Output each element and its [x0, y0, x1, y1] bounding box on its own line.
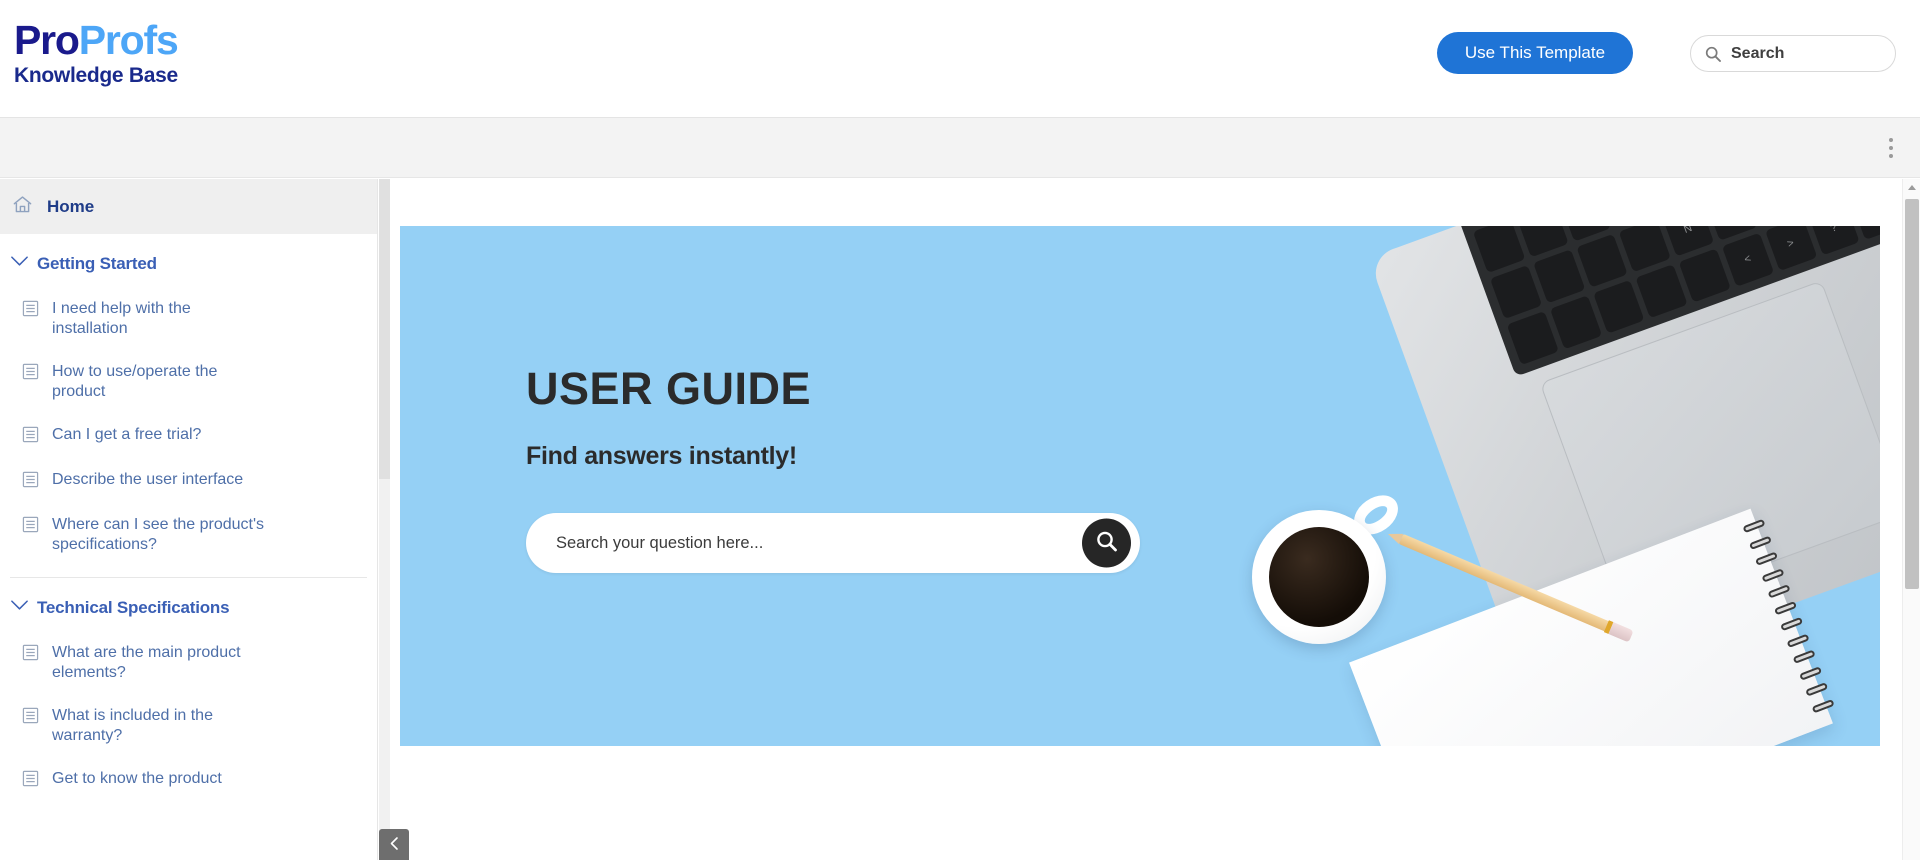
sidebar-section-getting-started[interactable]: Getting Started	[0, 234, 377, 288]
keyboard-key: >	[1764, 226, 1818, 272]
logo-subtitle: Knowledge Base	[14, 64, 178, 87]
sidebar-article-item[interactable]: How to use/operate the product	[0, 351, 377, 414]
sidebar-scrollbar[interactable]	[379, 179, 390, 860]
sidebar-section-technical-specifications[interactable]: Technical Specifications	[0, 578, 377, 632]
document-icon	[22, 471, 39, 493]
proprofs-logo[interactable]: ProProfs Knowledge Base	[14, 17, 179, 87]
sidebar-scroll-area: Home Getting Started I need help with th…	[0, 179, 377, 860]
keyboard-key	[1532, 249, 1585, 304]
sidebar-item-home-label: Home	[47, 196, 95, 216]
keyboard-key	[1678, 248, 1731, 303]
sidebar-article-label: Get to know the product	[52, 769, 222, 787]
sidebar-article-item[interactable]: Get to know the product	[0, 758, 377, 803]
keyboard-key	[1472, 226, 1526, 273]
home-icon	[12, 194, 33, 220]
sidebar-article-item[interactable]: Describe the user interface	[0, 459, 377, 504]
sidebar-article-item[interactable]: What is included in the warranty?	[0, 695, 377, 758]
logo-text-profs: Profs	[78, 17, 179, 63]
sidebar-article-item[interactable]: Can I get a free trial?	[0, 414, 377, 459]
sidebar-section-label: Technical Specifications	[37, 597, 230, 617]
banner-search-button[interactable]	[1082, 518, 1131, 568]
document-icon	[22, 770, 39, 792]
document-icon	[22, 426, 39, 448]
document-icon	[22, 707, 39, 729]
chevron-left-icon	[388, 836, 401, 854]
sidebar-article-label: What is included in the warranty?	[52, 706, 213, 745]
document-icon	[22, 516, 39, 538]
sidebar-article-label: Where can I see the product's specificat…	[52, 515, 265, 554]
cup-body	[1252, 510, 1386, 644]
keyboard-key	[1506, 310, 1559, 366]
logo-text-pro: Pro	[14, 17, 80, 63]
document-icon	[22, 363, 39, 385]
sidebar-article-label: I need help with the installation	[52, 300, 191, 338]
page-scrollbar-thumb[interactable]	[1905, 199, 1919, 589]
document-icon	[22, 300, 39, 322]
keyboard-key	[1489, 264, 1542, 319]
coffee-surface	[1269, 527, 1369, 627]
app-header: ProProfs Knowledge Base Use This Templat…	[0, 0, 1920, 118]
sidebar-scrollbar-thumb[interactable]	[379, 179, 390, 479]
editor-toolbar	[0, 118, 1920, 178]
sidebar-article-item[interactable]: Where can I see the product's specificat…	[0, 504, 377, 567]
logo-wordmark: ProProfs	[14, 17, 179, 63]
sidebar-article-item[interactable]: What are the main product elements?	[0, 632, 377, 695]
document-icon	[22, 644, 39, 666]
keyboard-key	[1618, 226, 1672, 272]
sidebar-article-label: What are the main product elements?	[52, 643, 241, 682]
collapse-sidebar-button[interactable]	[379, 829, 409, 860]
sidebar-article-label: Can I get a free trial?	[52, 425, 202, 443]
sidebar-section-label: Getting Started	[37, 254, 157, 273]
chevron-down-icon	[10, 255, 29, 273]
main-content-area: FXCGYUIVBHJONMKL<>? USER GUIDE	[390, 179, 1902, 860]
keyboard-key	[1635, 263, 1688, 319]
keyboard-key	[1592, 279, 1645, 334]
page-scrollbar[interactable]	[1902, 179, 1920, 860]
header-search-box[interactable]: Search	[1690, 35, 1896, 72]
header-search-label: Search	[1731, 44, 1785, 62]
sidebar-article-label: Describe the user interface	[52, 470, 244, 488]
desk-photo-illustration: FXCGYUIVBHJONMKL<>?	[1160, 226, 1880, 746]
search-icon	[1705, 46, 1721, 62]
sidebar-article-item[interactable]: I need help with the installation	[0, 288, 377, 351]
keyboard-key: ?	[1807, 226, 1861, 256]
keyboard-key	[1549, 295, 1602, 350]
use-this-template-button[interactable]: Use This Template	[1437, 32, 1633, 74]
keyboard-key: <	[1721, 232, 1774, 287]
sidebar-item-home[interactable]: Home	[0, 179, 377, 234]
sidebar-article-label: How to use/operate the product	[52, 362, 218, 401]
banner-search-box[interactable]: Search your question here...	[526, 513, 1140, 573]
banner-search-placeholder: Search your question here...	[556, 533, 764, 552]
banner-title: USER GUIDE	[526, 363, 812, 414]
banner-subtitle: Find answers instantly!	[526, 442, 797, 470]
search-icon	[1094, 529, 1120, 558]
coffee-cup-decoration	[1252, 487, 1406, 644]
keyboard-key	[1575, 233, 1629, 288]
banner-text-block: USER GUIDE Find answers instantly!	[526, 366, 811, 471]
chevron-down-icon	[10, 599, 29, 617]
caret-up-icon[interactable]	[1903, 179, 1920, 196]
kebab-menu-icon[interactable]	[1880, 135, 1902, 161]
sidebar-navigation: Home Getting Started I need help with th…	[0, 179, 378, 860]
hero-banner: FXCGYUIVBHJONMKL<>? USER GUIDE	[400, 226, 1880, 746]
